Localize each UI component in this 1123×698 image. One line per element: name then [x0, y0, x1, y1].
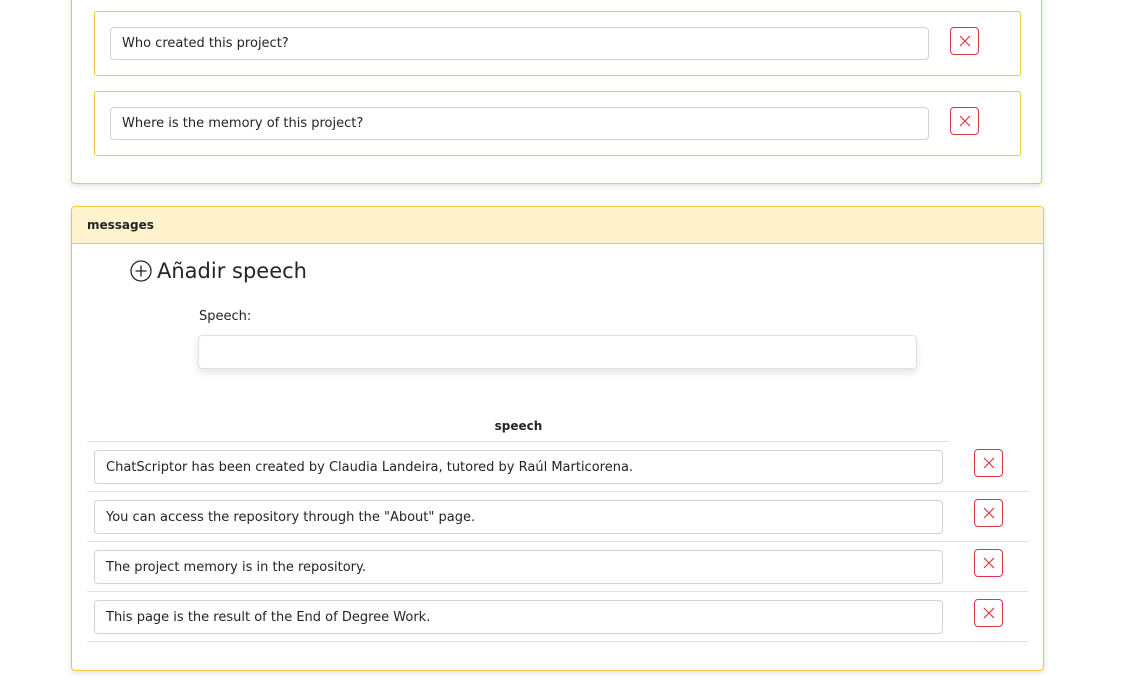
- question-input[interactable]: [110, 27, 929, 60]
- question-row: [94, 91, 1021, 156]
- delete-speech-button[interactable]: [974, 449, 1003, 477]
- speech-column-header: speech: [87, 411, 950, 442]
- speech-cell-input[interactable]: [94, 600, 943, 634]
- table-row: [87, 592, 1028, 642]
- add-speech-label: Añadir speech: [157, 259, 307, 283]
- question-row: [94, 11, 1021, 76]
- table-row: [87, 492, 1028, 542]
- delete-speech-button[interactable]: [974, 549, 1003, 577]
- messages-card: messages Añadir speech Speech: speech: [71, 206, 1044, 671]
- close-icon: [983, 457, 994, 469]
- delete-question-button[interactable]: [950, 27, 979, 55]
- close-icon: [959, 35, 970, 47]
- close-icon: [983, 557, 994, 569]
- table-row: [87, 442, 1028, 492]
- messages-card-header: messages: [72, 207, 1043, 244]
- table-row: [87, 542, 1028, 592]
- speech-cell-input[interactable]: [94, 550, 943, 584]
- question-input[interactable]: [110, 107, 929, 140]
- speech-field-label: Speech:: [199, 309, 252, 324]
- close-icon: [959, 115, 970, 127]
- speech-input[interactable]: [198, 335, 917, 369]
- plus-circle-icon: [130, 260, 152, 282]
- close-icon: [983, 507, 994, 519]
- delete-speech-button[interactable]: [974, 599, 1003, 627]
- speech-cell-input[interactable]: [94, 450, 943, 484]
- add-speech-button[interactable]: Añadir speech: [130, 259, 307, 283]
- delete-speech-button[interactable]: [974, 499, 1003, 527]
- delete-question-button[interactable]: [950, 107, 979, 135]
- questions-card: [71, 0, 1042, 184]
- speech-cell-input[interactable]: [94, 500, 943, 534]
- page: messages Añadir speech Speech: speech: [0, 0, 1123, 698]
- close-icon: [983, 607, 994, 619]
